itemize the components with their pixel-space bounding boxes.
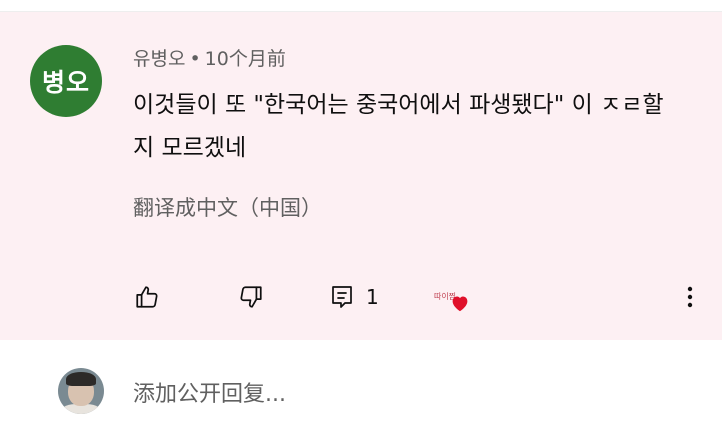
comment-time[interactable]: 10个月前 — [205, 48, 286, 70]
thumbs-up-icon — [136, 286, 158, 308]
avatar-initials: 병오 — [41, 68, 90, 97]
reply-count: 1 — [366, 285, 379, 309]
meta-separator: • — [189, 48, 201, 70]
thumbs-down-icon — [240, 286, 262, 308]
translate-link[interactable]: 翻译成中文（中国） — [133, 192, 322, 222]
comment-action-bar: 1 따이찜 — [0, 280, 722, 314]
comment-meta: 유병오 • 10个月前 — [133, 44, 286, 71]
avatar-hair-shape — [66, 372, 96, 386]
more-options-button[interactable] — [680, 280, 700, 314]
creator-heart-badge[interactable]: 따이찜 — [430, 282, 474, 316]
comment-author[interactable]: 유병오 — [133, 48, 185, 70]
top-divider-strip — [0, 0, 722, 12]
comment-body: 이것들이 또 "한국어는 중국어에서 파생됐다" 이 ㅈㄹ할지 모르겠네 — [133, 92, 664, 161]
commenter-avatar[interactable]: 병오 — [30, 45, 102, 117]
like-button[interactable] — [134, 280, 160, 314]
reply-button[interactable]: 1 — [330, 280, 379, 314]
current-user-avatar — [58, 368, 104, 414]
add-reply-bar: 添加公开回复... — [0, 340, 722, 423]
comment-reply-icon — [332, 286, 352, 308]
dislike-button[interactable] — [238, 280, 264, 314]
comment-card: 병오 유병오 • 10个月前 이것들이 또 "한국어는 중국어에서 파생됐다" 이 … — [0, 12, 722, 340]
heart-icon — [452, 296, 468, 312]
vertical-dots-icon — [687, 286, 693, 308]
reply-input[interactable]: 添加公开回复... — [133, 376, 286, 408]
